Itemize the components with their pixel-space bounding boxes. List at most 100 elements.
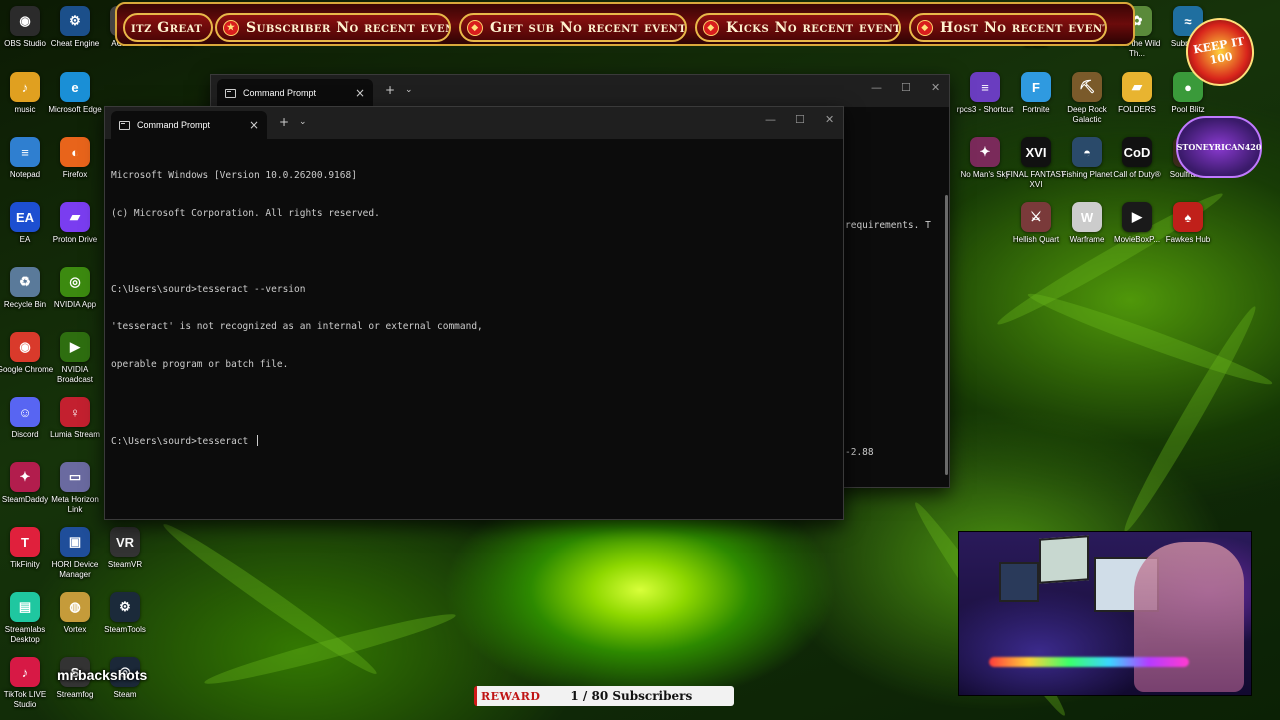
- desktop-icon-label: Steam: [113, 690, 137, 699]
- desktop-icon[interactable]: ▣ HORI Device Manager: [50, 527, 100, 580]
- notepad-icon: ≡: [10, 137, 40, 167]
- desktop-icon[interactable]: e Microsoft Edge: [48, 72, 102, 115]
- monitor-image: [1039, 535, 1089, 584]
- desktop-icon-label: SteamVR: [107, 560, 143, 569]
- desktop-icon[interactable]: ⛏ Deep Rock Galactic: [1062, 72, 1112, 125]
- recycle-bin-icon: ♻: [10, 267, 40, 297]
- desktop-icon[interactable]: ♻ Recycle Bin: [0, 267, 50, 310]
- fawkes-hub-icon: ♠: [1173, 202, 1203, 232]
- desktop-icon[interactable]: ♠ Fawkes Hub: [1163, 202, 1213, 245]
- streamer-image: [1134, 542, 1244, 692]
- alert-pill-kicks: ◆ Kicks No recent event: [695, 13, 901, 42]
- desktop-icon[interactable]: ⚔ Hellish Quart: [1011, 202, 1061, 245]
- desktop-icon[interactable]: ▰ Proton Drive: [50, 202, 100, 245]
- desktop-icon[interactable]: ◉ OBS Studio: [0, 6, 50, 49]
- meta-horizon-icon: ▭: [60, 462, 90, 492]
- tiktok-live-icon: ♪: [10, 657, 40, 687]
- desktop-icon[interactable]: ⚙ Cheat Engine: [50, 6, 100, 49]
- desktop-icon-label: Meta Horizon Link: [51, 495, 99, 514]
- alert-label: Kicks No recent event: [726, 19, 901, 36]
- chrome-icon: ◉: [10, 332, 40, 362]
- nvidia-broadcast-icon: ▶: [60, 332, 90, 362]
- desktop-icon[interactable]: ≡ rpcs3 - Shortcut: [957, 72, 1013, 115]
- desktop-icon[interactable]: XVI FINAL FANTASY XVI: [1006, 137, 1066, 190]
- music-folder-icon: ♪: [10, 72, 40, 102]
- discord-icon: ☺: [10, 397, 40, 427]
- moviebox-icon: ▶: [1122, 202, 1152, 232]
- minimize-button[interactable]: —: [765, 113, 776, 126]
- terminal-output[interactable]: Microsoft Windows [Version 10.0.26200.91…: [111, 145, 835, 473]
- maximize-button[interactable]: ☐: [795, 113, 805, 126]
- tab-title: Command Prompt: [243, 88, 317, 98]
- deep-rock-icon: ⛏: [1072, 72, 1102, 102]
- desktop-icon[interactable]: ✦ SteamDaddy: [0, 462, 50, 505]
- desktop-icon-label: Lumia Stream: [50, 430, 100, 439]
- webcam-feed: [958, 531, 1252, 696]
- close-button[interactable]: ✕: [825, 113, 834, 126]
- cheat-engine-icon: ⚙: [60, 6, 90, 36]
- tab-dropdown-chevron-icon[interactable]: ⌄: [405, 85, 413, 95]
- desktop-icon[interactable]: T TikFinity: [0, 527, 50, 570]
- ff16-icon: XVI: [1021, 137, 1051, 167]
- desktop-icon[interactable]: ◐ Firefox: [50, 137, 100, 180]
- desktop-icon-label: Proton Drive: [52, 235, 98, 244]
- tab-strip: Command Prompt × + ⌄ — ☐ ✕: [211, 75, 949, 107]
- scrollbar[interactable]: [945, 195, 948, 475]
- tab-command-prompt[interactable]: Command Prompt ×: [217, 79, 373, 107]
- desktop-icon[interactable]: ▶ NVIDIA Broadcast: [50, 332, 100, 385]
- command-prompt-window[interactable]: Command Prompt × + ⌄ — ☐ ✕ Microsoft Win…: [104, 106, 844, 520]
- desktop-icon[interactable]: ☺ Discord: [0, 397, 50, 440]
- new-tab-button[interactable]: +: [279, 115, 289, 129]
- tab-strip: Command Prompt × + ⌄ — ☐ ✕: [105, 107, 843, 139]
- terminal-line: Microsoft Windows [Version 10.0.26200.91…: [111, 170, 357, 182]
- desktop-icon[interactable]: ◓ Fishing Planet: [1062, 137, 1112, 180]
- terminal-icon: [225, 88, 236, 98]
- desktop-icon[interactable]: ≡ Notepad: [0, 137, 50, 180]
- desktop-icon-label: NVIDIA Broadcast: [56, 365, 94, 384]
- desktop-icon[interactable]: ✦ No Man's Sky: [960, 137, 1010, 180]
- folder-icon: ▰: [1122, 72, 1152, 102]
- desktop-icon[interactable]: ▤ Streamlabs Desktop: [0, 592, 50, 645]
- obs-icon: ◉: [10, 6, 40, 36]
- desktop-icon-label: Microsoft Edge: [48, 105, 102, 114]
- desktop-icon[interactable]: ▰ FOLDERS: [1112, 72, 1162, 115]
- close-tab-icon[interactable]: ×: [249, 118, 259, 132]
- maximize-button[interactable]: ☐: [901, 81, 911, 94]
- terminal-line: C:\Users\sourd>tesseract --version: [111, 283, 306, 295]
- desktop-icon[interactable]: VR SteamVR: [100, 527, 150, 570]
- terminal-text-fragment: -2.88: [845, 447, 874, 458]
- tab-command-prompt[interactable]: Command Prompt ×: [111, 111, 267, 139]
- desktop-icon[interactable]: F Fortnite: [1011, 72, 1061, 115]
- fortnite-icon: F: [1021, 72, 1051, 102]
- tikfinity-icon: T: [10, 527, 40, 557]
- tab-title: Command Prompt: [137, 120, 211, 130]
- led-strip: [989, 657, 1189, 667]
- desktop-icon[interactable]: ◎ NVIDIA App: [50, 267, 100, 310]
- prompt-text: C:\Users\sourd>tesseract: [111, 435, 254, 447]
- tab-dropdown-chevron-icon[interactable]: ⌄: [299, 117, 307, 127]
- close-button[interactable]: ✕: [931, 81, 940, 94]
- minimize-button[interactable]: —: [871, 81, 882, 94]
- vortex-icon: ◍: [60, 592, 90, 622]
- desktop-icon[interactable]: ♀ Lumia Stream: [50, 397, 100, 440]
- desktop-icon[interactable]: CoD Call of Duty®: [1112, 137, 1162, 180]
- streamer-name: mr.backshots: [57, 667, 148, 683]
- desktop-icon[interactable]: ▶ MovieBoxP...: [1112, 202, 1162, 245]
- no-mans-sky-icon: ✦: [970, 137, 1000, 167]
- new-tab-button[interactable]: +: [385, 83, 395, 97]
- prompt-line[interactable]: C:\Users\sourd>tesseract: [111, 434, 835, 449]
- stream-alert-bar: itz Great ★ Subscriber No recent event ◆…: [115, 2, 1135, 46]
- terminal-line: operable program or batch file.: [111, 359, 289, 371]
- steamdaddy-icon: ✦: [10, 462, 40, 492]
- close-tab-icon[interactable]: ×: [355, 86, 365, 100]
- desktop-icon[interactable]: ⚙ SteamTools: [100, 592, 150, 635]
- desktop-icon[interactable]: ♪ TikTok LIVE Studio: [0, 657, 50, 710]
- desktop-icon[interactable]: ◍ Vortex: [50, 592, 100, 635]
- desktop-icon[interactable]: ▭ Meta Horizon Link: [50, 462, 100, 515]
- desktop-icon[interactable]: W Warframe: [1062, 202, 1112, 245]
- desktop-icon[interactable]: EA EA: [0, 202, 50, 245]
- desktop-icon[interactable]: ◉ Google Chrome: [0, 332, 53, 375]
- desktop-icon[interactable]: ♪ music: [0, 72, 50, 115]
- stoneyrican-logo: STONEYRICAN420: [1176, 116, 1262, 178]
